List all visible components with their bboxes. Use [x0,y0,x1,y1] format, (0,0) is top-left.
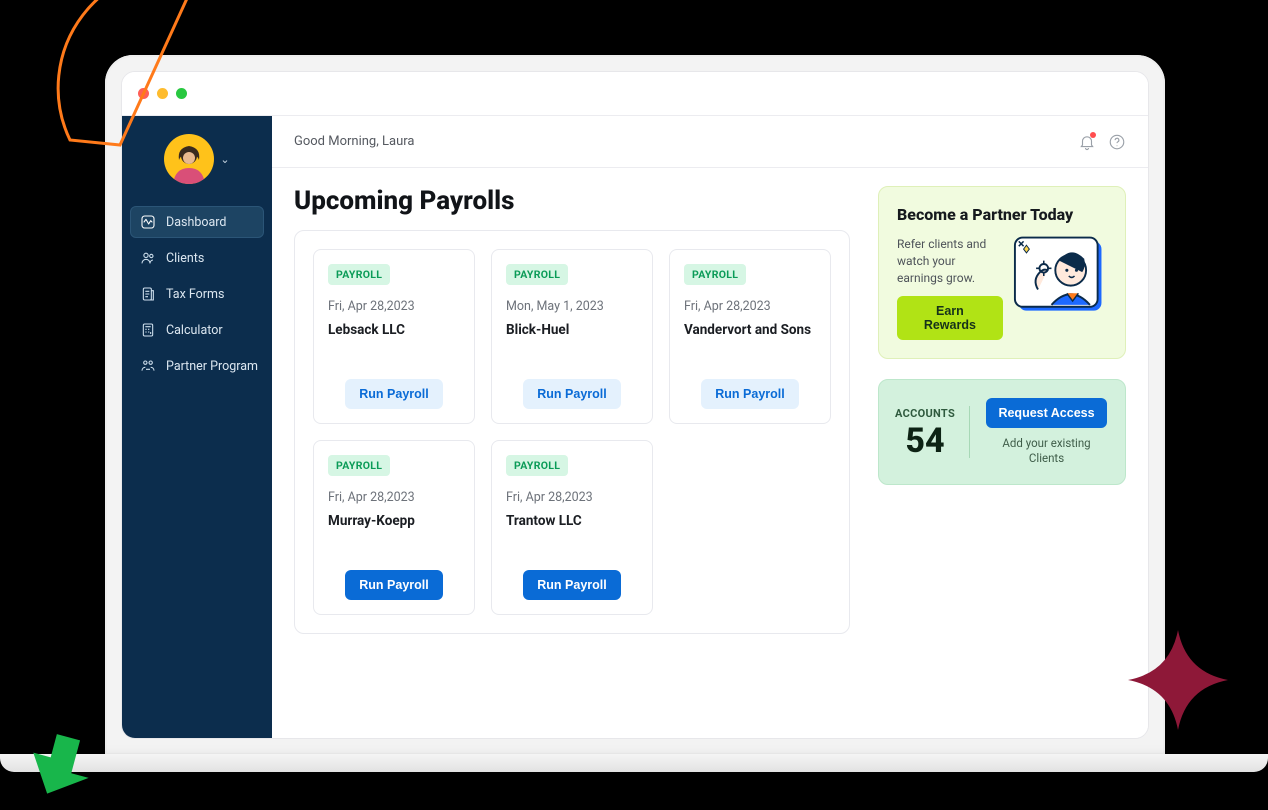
laptop-base [0,754,1268,772]
payroll-client-name: Blick-Huel [506,322,638,338]
payroll-client-name: Trantow LLC [506,513,638,529]
payroll-card: PAYROLL Fri, Apr 28,2023 Trantow LLC Run… [491,440,653,615]
payroll-client-name: Lebsack LLC [328,322,460,338]
sidebar: ⌄ Dashboard Clients [122,116,272,738]
sidebar-item-tax-forms[interactable]: Tax Forms [130,278,264,310]
payroll-badge: PAYROLL [328,264,390,285]
run-payroll-button[interactable]: Run Payroll [523,379,620,409]
user-menu[interactable]: ⌄ [130,134,264,184]
sidebar-item-label: Clients [166,251,204,266]
window-minimize-dot[interactable] [157,88,168,99]
payroll-date: Fri, Apr 28,2023 [328,490,460,505]
payroll-badge: PAYROLL [328,455,390,476]
notifications-button[interactable] [1078,133,1096,151]
promo-illustration [1013,236,1107,316]
promo-text: Refer clients and watch your earnings gr… [897,236,1003,286]
payroll-client-name: Murray-Koepp [328,513,460,529]
topbar: Good Morning, Laura [272,116,1148,168]
avatar [164,134,214,184]
payroll-badge: PAYROLL [684,264,746,285]
run-payroll-button[interactable]: Run Payroll [345,379,442,409]
payroll-badge: PAYROLL [506,264,568,285]
sidebar-item-partner-program[interactable]: Partner Program [130,350,264,382]
payroll-card: PAYROLL Fri, Apr 28,2023 Vandervort and … [669,249,831,424]
sidebar-item-label: Tax Forms [166,287,224,302]
accounts-label: ACCOUNTS [895,407,955,420]
sidebar-item-label: Dashboard [166,215,226,230]
payroll-date: Fri, Apr 28,2023 [328,299,460,314]
accounts-subtext: Add your existing Clients [984,436,1109,466]
activity-icon [140,214,156,230]
payroll-client-name: Vandervort and Sons [684,322,816,338]
page-title: Upcoming Payrolls [294,186,850,216]
greeting-text: Good Morning, Laura [294,134,414,149]
calculator-icon [140,322,156,338]
sidebar-nav: Dashboard Clients Tax Forms [130,206,264,382]
window-maximize-dot[interactable] [176,88,187,99]
main-area: Good Morning, Laura Upcoming Payrolls [272,116,1148,738]
payroll-card: PAYROLL Mon, May 1, 2023 Blick-Huel Run … [491,249,653,424]
run-payroll-button[interactable]: Run Payroll [345,570,442,600]
sidebar-item-calculator[interactable]: Calculator [130,314,264,346]
request-access-button[interactable]: Request Access [986,398,1106,428]
window-titlebar [122,72,1148,116]
accounts-card: ACCOUNTS 54 Request Access Add your exis… [878,379,1126,485]
payroll-card: PAYROLL Fri, Apr 28,2023 Murray-Koepp Ru… [313,440,475,615]
promo-title: Become a Partner Today [897,205,1107,224]
partner-icon [140,358,156,374]
payroll-date: Mon, May 1, 2023 [506,299,638,314]
window-close-dot[interactable] [138,88,149,99]
users-icon [140,250,156,266]
payroll-date: Fri, Apr 28,2023 [684,299,816,314]
run-payroll-button[interactable]: Run Payroll [701,379,798,409]
earn-rewards-button[interactable]: Earn Rewards [897,296,1003,340]
partner-promo-card: Become a Partner Today Refer clients and… [878,186,1126,359]
sidebar-item-clients[interactable]: Clients [130,242,264,274]
sidebar-item-label: Partner Program [166,359,258,374]
forms-icon [140,286,156,302]
sidebar-item-dashboard[interactable]: Dashboard [130,206,264,238]
payroll-date: Fri, Apr 28,2023 [506,490,638,505]
help-button[interactable] [1108,133,1126,151]
run-payroll-button[interactable]: Run Payroll [523,570,620,600]
app-window: ⌄ Dashboard Clients [121,71,1149,739]
divider [969,406,970,458]
chevron-down-icon: ⌄ [220,153,229,166]
laptop-frame: ⌄ Dashboard Clients [105,55,1165,755]
accounts-count: 54 [895,424,955,458]
notification-dot [1090,132,1096,138]
payroll-cards-panel: PAYROLL Fri, Apr 28,2023 Lebsack LLC Run… [294,230,850,634]
sidebar-item-label: Calculator [166,323,223,338]
payroll-badge: PAYROLL [506,455,568,476]
payroll-card: PAYROLL Fri, Apr 28,2023 Lebsack LLC Run… [313,249,475,424]
